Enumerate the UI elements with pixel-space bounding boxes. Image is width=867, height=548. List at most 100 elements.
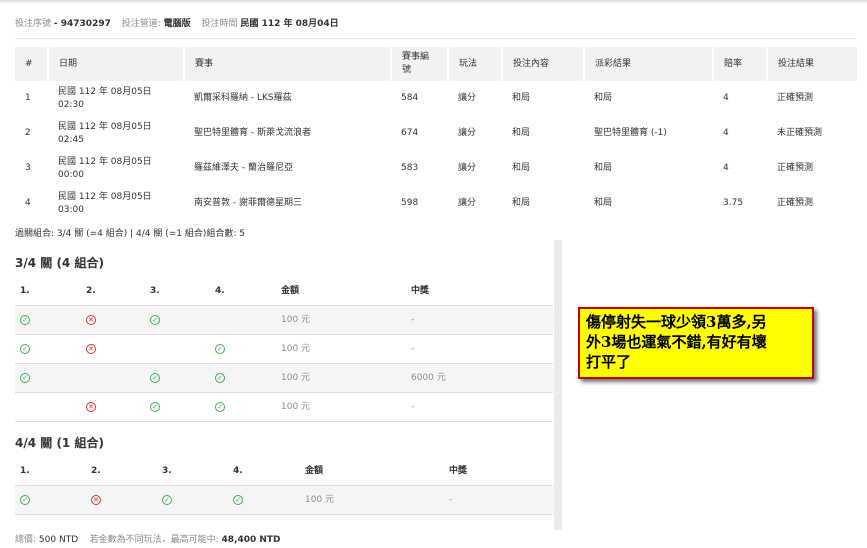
combo-4of4-title: 4/4 關 (1 組合) — [15, 436, 104, 450]
row-date-cell: 民國 112 年 08月05日 02:30 — [48, 81, 184, 116]
row-index: 1 — [25, 93, 31, 103]
row-date: 民國 112 年 08月05日 — [58, 156, 152, 167]
x-circle-icon: ✕ — [86, 343, 96, 354]
bet-detail-page: 投注序號 - 94730297 投注管道: 電腦版 投注時間 民國 112 年 … — [0, 0, 867, 548]
combo-prize: - — [449, 495, 453, 505]
combo-row: ✓ ✕ ✓ 100 元 - — [15, 335, 553, 364]
platform-label: 投注管道: — [121, 19, 161, 29]
bet-header: 投注序號 - 94730297 投注管道: 電腦版 投注時間 民國 112 年 … — [15, 16, 347, 29]
annotation-line: 打平了 — [586, 353, 632, 371]
row-odds: 3.75 — [723, 198, 744, 208]
bet-number-label: 投注序號 — [15, 19, 52, 29]
check-circle-icon: ✓ — [215, 372, 225, 383]
combo-prize: - — [411, 315, 415, 325]
row-play: 讓分 — [458, 93, 477, 103]
row-odds: 4 — [723, 93, 729, 103]
row-index: 4 — [25, 198, 31, 208]
combo-amount: 100 元 — [305, 495, 335, 505]
row-match-no: 583 — [401, 163, 419, 173]
col-header-index: # — [15, 47, 48, 81]
max-payout-value: 48,400 NTD — [221, 535, 281, 545]
check-circle-icon: ✓ — [20, 372, 30, 383]
combination-summary: 過關組合: 3/4 關 (=4 組合) | 4/4 關 (=1 組合)組合數: … — [15, 229, 245, 239]
row-time: 00:00 — [58, 169, 84, 180]
row-date: 民國 112 年 08月05日 — [58, 86, 152, 97]
combo-row: ✕ ✓ ✓ 100 元 - — [15, 393, 553, 422]
row-result: 和局 — [594, 93, 613, 103]
row-odds: 4 — [723, 128, 729, 138]
combo-col-amount: 金額 — [305, 466, 324, 476]
row-result: 聖巴特里體育 (-1) — [594, 128, 667, 138]
bet-footer: 總價: 500 NTD 若金數為不同玩法，最高可能中: 48,400 NTD — [15, 532, 281, 545]
check-circle-icon: ✓ — [20, 343, 30, 354]
col-header-match: 賽事 — [183, 47, 391, 81]
combo-col-prize: 中獎 — [449, 466, 468, 476]
combo-prize: - — [411, 344, 415, 354]
table-row: 1 民國 112 年 08月05日 02:30 凱爾采科羅納 - LKS羅茲 58… — [15, 81, 857, 116]
combo-header-row: 1. 2. 3. 4. 金額 中獎 — [15, 277, 553, 306]
combo-leg-cell: ✓ — [215, 364, 225, 392]
combo-leg-cell: ✓ — [215, 393, 225, 421]
max-payout-label: 若金數為不同玩法，最高可能中: — [89, 535, 219, 545]
row-play: 讓分 — [458, 163, 477, 173]
combo-3of4-table: 1. 2. 3. 4. 金額 中獎 ✓ ✕ ✓ 100 元 - ✓ ✕ ✓ 100 元 - ✓ ✓ ✓ 1… — [15, 277, 553, 422]
total-value: 500 NTD — [38, 535, 79, 545]
row-odds: 4 — [723, 163, 729, 173]
top-shadow — [0, 0, 867, 4]
combo-col-1: 1. — [20, 286, 30, 296]
combo-leg-cell: ✓ — [162, 486, 172, 514]
check-circle-icon: ✓ — [150, 314, 160, 325]
combo-col-prize: 中獎 — [411, 286, 430, 296]
table-row: 4 民國 112 年 08月05日 03:00 南安普敦 - 謝菲爾德星期三 59… — [15, 186, 857, 221]
annotation-line: 外3場也運氣不錯,有好有壞 — [586, 333, 767, 351]
table-row: 3 民國 112 年 08月05日 00:00 羅茲維澤夫 - 蘭治羅尼亞 583… — [15, 151, 857, 186]
row-play: 讓分 — [458, 128, 477, 138]
col-header-odds: 賠率 — [712, 47, 767, 81]
col-header-bet: 投注內容 — [501, 47, 584, 81]
x-circle-icon: ✕ — [86, 314, 96, 325]
check-circle-icon: ✓ — [215, 401, 225, 412]
check-circle-icon: ✓ — [20, 314, 30, 325]
row-date: 民國 112 年 08月05日 — [58, 121, 152, 132]
combo-4of4-table: 1. 2. 3. 4. 金額 中獎 ✓ ✕ ✓ ✓ 100 元 - — [15, 457, 553, 515]
annotation-callout: 傷停射失一球少領3萬多,另 外3場也運氣不錯,有好有壞 打平了 — [578, 307, 814, 379]
combo-leg-cell: ✓ — [150, 306, 160, 334]
row-bet: 和局 — [512, 163, 531, 173]
combo-leg-cell: ✓ — [233, 486, 243, 514]
row-result: 和局 — [594, 163, 613, 173]
bet-selections-table: # 日期 賽事 賽事編號 玩法 投注內容 派彩結果 賠率 投注結果 1 民國 1… — [15, 47, 857, 221]
row-result: 和局 — [594, 198, 613, 208]
row-bet: 和局 — [512, 93, 531, 103]
col-header-result: 派彩結果 — [583, 47, 713, 81]
row-date-cell: 民國 112 年 08月05日 02:45 — [48, 116, 184, 151]
combo-col-3: 3. — [162, 466, 172, 476]
row-date-cell: 民國 112 年 08月05日 03:00 — [48, 186, 184, 221]
annotation-line: 傷停射失一球少領3萬多,另 — [586, 313, 767, 331]
row-match: 凱爾采科羅納 - LKS羅茲 — [194, 93, 292, 103]
table-header-row: # 日期 賽事 賽事編號 玩法 投注內容 派彩結果 賠率 投注結果 — [15, 47, 857, 81]
check-circle-icon: ✓ — [215, 343, 225, 354]
row-time: 03:00 — [58, 204, 84, 215]
row-date: 民國 112 年 08月05日 — [58, 191, 152, 202]
row-bet: 和局 — [512, 128, 531, 138]
combo-amount: 100 元 — [281, 373, 311, 383]
check-circle-icon: ✓ — [162, 494, 172, 505]
row-outcome: 正確預測 — [777, 163, 814, 173]
combo-prize: 6000 元 — [411, 373, 446, 383]
row-outcome: 未正確預測 — [777, 128, 823, 138]
combo-leg-cell: ✕ — [86, 335, 96, 363]
combo-col-4: 4. — [215, 286, 225, 296]
combo-col-2: 2. — [86, 286, 96, 296]
row-match: 南安普敦 - 謝菲爾德星期三 — [194, 198, 302, 208]
row-date-cell: 民國 112 年 08月05日 00:00 — [48, 151, 184, 186]
combo-leg-cell: ✕ — [86, 393, 96, 421]
combo-row: ✓ ✕ ✓ 100 元 - — [15, 306, 553, 335]
combo-row: ✓ ✕ ✓ ✓ 100 元 - — [15, 486, 553, 515]
x-circle-icon: ✕ — [86, 401, 96, 412]
combo-leg-cell: ✓ — [20, 306, 30, 334]
row-match-no: 674 — [401, 128, 419, 138]
col-header-date: 日期 — [47, 47, 184, 81]
check-circle-icon: ✓ — [233, 494, 243, 505]
combo-leg-cell: ✓ — [20, 335, 30, 363]
col-header-match-no: 賽事編號 — [390, 47, 448, 81]
